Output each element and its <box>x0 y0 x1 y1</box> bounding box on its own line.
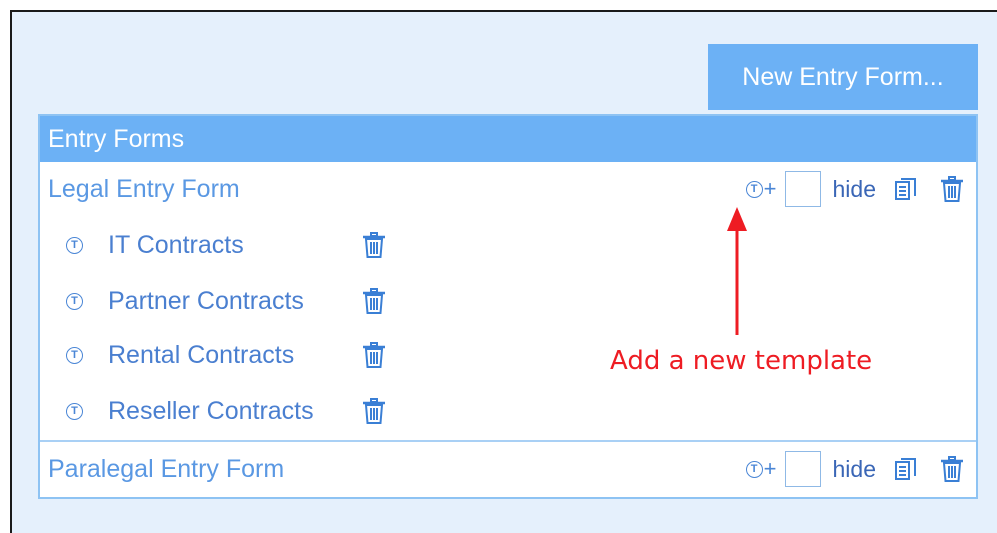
annotation-arrow <box>727 207 747 335</box>
trash-icon[interactable] <box>362 288 386 314</box>
template-icon: T <box>745 460 763 478</box>
trash-icon[interactable] <box>362 342 386 368</box>
trash-icon[interactable] <box>362 232 386 258</box>
hide-label: hide <box>832 175 876 202</box>
new-entry-form-button[interactable]: New Entry Form... <box>708 44 978 110</box>
template-name[interactable]: Reseller Contracts <box>108 397 314 426</box>
entry-forms-panel: Entry Forms Legal Entry Form T + hide T … <box>38 114 978 499</box>
annotation-text: Add a new template <box>610 346 873 376</box>
template-icon: T <box>66 236 83 254</box>
copy-icon[interactable] <box>894 457 918 481</box>
copy-icon[interactable] <box>894 177 918 201</box>
plus-icon: + <box>763 176 777 201</box>
trash-icon[interactable] <box>940 176 964 202</box>
template-name[interactable]: Rental Contracts <box>108 341 294 370</box>
entry-form-row-paralegal: Paralegal Entry Form T + hide <box>40 442 976 496</box>
entry-form-actions: T + hide <box>745 451 964 487</box>
add-template-button[interactable]: T + <box>745 456 777 481</box>
hide-checkbox[interactable] <box>784 451 821 487</box>
hide-checkbox[interactable] <box>784 171 821 207</box>
template-name[interactable]: IT Contracts <box>108 231 244 260</box>
template-icon: T <box>745 180 763 198</box>
template-icon: T <box>66 346 83 364</box>
add-template-button[interactable]: T + <box>745 176 777 201</box>
template-icon: T <box>66 402 83 420</box>
plus-icon: + <box>763 456 777 481</box>
trash-icon[interactable] <box>362 398 386 424</box>
entry-form-actions: T + hide <box>745 171 964 207</box>
entry-form-name[interactable]: Paralegal Entry Form <box>48 455 284 484</box>
hide-label: hide <box>832 455 876 482</box>
entry-form-name[interactable]: Legal Entry Form <box>48 175 240 204</box>
trash-icon[interactable] <box>940 456 964 482</box>
template-name[interactable]: Partner Contracts <box>108 287 304 316</box>
template-icon: T <box>66 292 83 310</box>
panel-header: Entry Forms <box>40 116 976 162</box>
entry-form-row-legal: Legal Entry Form T + hide <box>40 162 976 216</box>
